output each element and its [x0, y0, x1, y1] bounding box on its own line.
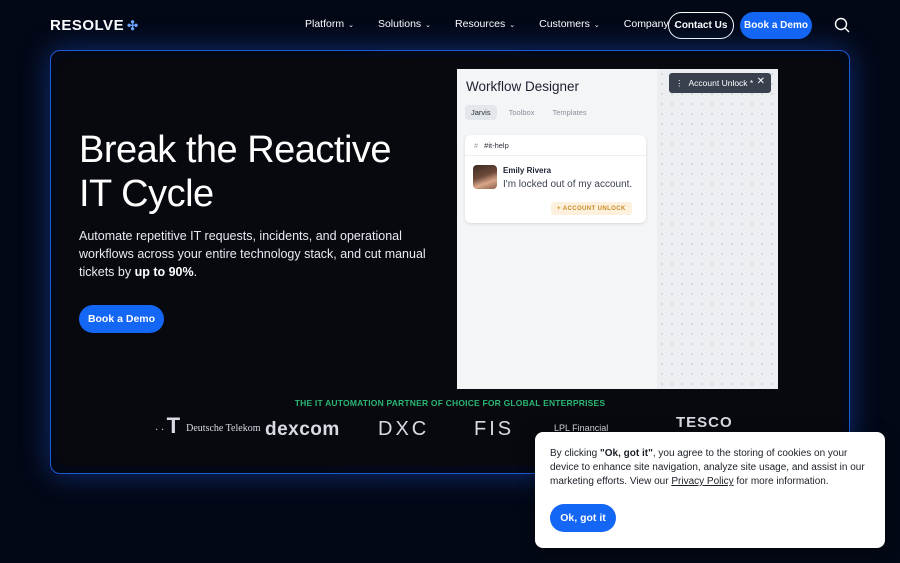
- cookie-bold: "Ok, got it": [600, 448, 653, 459]
- hero-title-line2: IT Cycle: [79, 173, 214, 215]
- hero-subtitle-bold: up to 90%: [134, 265, 194, 279]
- menu-label: Platform: [305, 18, 345, 30]
- tab-jarvis[interactable]: Jarvis: [465, 105, 497, 120]
- avatar: [473, 165, 497, 189]
- menu-label: Customers: [539, 18, 590, 30]
- chevron-down-icon: ⌄: [509, 22, 516, 29]
- chevron-down-icon: ⌄: [593, 22, 600, 29]
- hero-subtitle-text: Automate repetitive IT requests, inciden…: [79, 229, 426, 279]
- chevron-down-icon: ⌄: [348, 22, 354, 29]
- fis-logo: FIS: [474, 418, 515, 440]
- hero-title-line1: Break the Reactive: [79, 129, 392, 171]
- hero-title: Break the Reactive IT Cycle: [79, 128, 439, 216]
- ok-got-it-button[interactable]: Ok, got it: [550, 504, 616, 532]
- account-unlock-chip[interactable]: ⋮ Account Unlock * ✕: [669, 73, 771, 93]
- dxc-logo: DXC: [378, 418, 430, 440]
- main-menu: Platform ⌄ Solutions ⌄ Resources ⌄ Customer…: [305, 18, 703, 30]
- cookie-text: By clicking "Ok, got it", you agree to t…: [550, 447, 875, 489]
- resolve-logo[interactable]: RESOLVE ✣: [50, 17, 138, 34]
- message-text: I'm locked out of my account.: [503, 179, 633, 190]
- menu-item-platform[interactable]: Platform ⌄: [305, 18, 354, 30]
- search-icon[interactable]: [834, 17, 850, 33]
- book-demo-hero-button[interactable]: Book a Demo: [79, 305, 164, 333]
- menu-item-resources[interactable]: Resources ⌄: [455, 18, 515, 30]
- cookie-banner: By clicking "Ok, got it", you agree to t…: [535, 432, 885, 548]
- menu-item-customers[interactable]: Customers ⌄: [539, 18, 600, 30]
- logo-mark-icon: ✣: [127, 17, 139, 33]
- menu-label: Resources: [455, 18, 506, 30]
- chevron-down-icon: ⌄: [425, 22, 432, 29]
- hero-subtitle-end: .: [193, 265, 198, 279]
- hero-section: Break the Reactive IT Cycle Automate rep…: [58, 58, 842, 466]
- menu-label: Solutions: [377, 18, 422, 30]
- deutsche-telekom-logo: · · T Deutsche Telekom: [155, 413, 261, 438]
- telekom-t-icon: · · T: [155, 413, 181, 438]
- message-author: Emily Rivera: [503, 166, 552, 175]
- cookie-suffix: for more information.: [733, 476, 829, 487]
- contact-us-button[interactable]: Contact Us: [668, 12, 734, 39]
- workflow-tabs: Jarvis Toolbox Templates: [465, 105, 593, 120]
- tesco-logo: TESCO: [676, 414, 733, 431]
- dexcom-logo: dexcom: [265, 419, 340, 440]
- hero-subtitle: Automate repetitive IT requests, inciden…: [79, 227, 429, 281]
- workflow-canvas: ⋮ Account Unlock * ✕: [657, 69, 778, 389]
- tab-templates[interactable]: Templates: [546, 105, 592, 120]
- menu-label: Company: [623, 18, 669, 30]
- menu-item-solutions[interactable]: Solutions ⌄: [378, 18, 431, 30]
- channel-name: #it-help: [484, 140, 509, 150]
- cookie-prefix: By clicking: [550, 448, 601, 459]
- telekom-name: Deutsche Telekom: [186, 422, 261, 434]
- logo-text: RESOLVE: [50, 17, 125, 34]
- hash-icon: #: [474, 140, 479, 150]
- chat-card: # #it-help Emily Rivera I'm locked out o…: [465, 135, 646, 223]
- workflow-designer-preview: Workflow Designer Jarvis Toolbox Templat…: [457, 69, 778, 389]
- chat-channel-header: # #it-help: [465, 135, 646, 156]
- close-icon[interactable]: ✕: [757, 76, 765, 87]
- drag-handle-icon[interactable]: ⋮: [675, 78, 684, 89]
- account-unlock-badge: + ACCOUNT UNLOCK: [551, 202, 632, 215]
- workflow-left-panel: Workflow Designer Jarvis Toolbox Templat…: [457, 69, 657, 389]
- workflow-title: Workflow Designer: [466, 79, 580, 94]
- chip-label: Account Unlock *: [688, 78, 754, 88]
- privacy-policy-link[interactable]: Privacy Policy: [671, 476, 733, 487]
- partner-heading: THE IT AUTOMATION PARTNER OF CHOICE FOR …: [294, 398, 606, 408]
- tab-toolbox[interactable]: Toolbox: [503, 105, 541, 120]
- book-demo-nav-button[interactable]: Book a Demo: [740, 12, 812, 39]
